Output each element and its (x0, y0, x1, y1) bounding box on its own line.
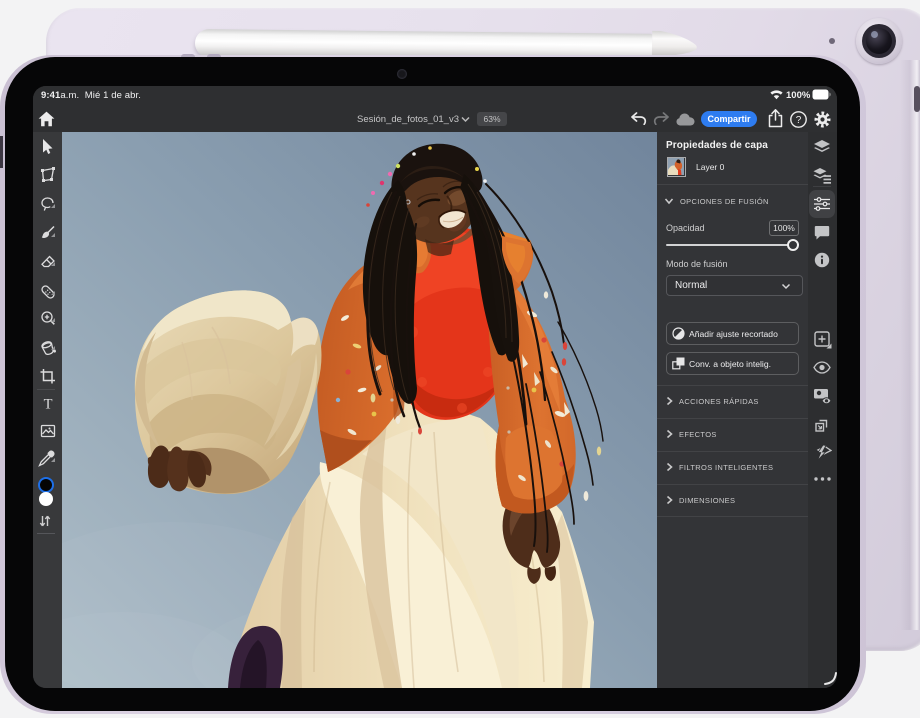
svg-text:?: ? (796, 115, 802, 126)
